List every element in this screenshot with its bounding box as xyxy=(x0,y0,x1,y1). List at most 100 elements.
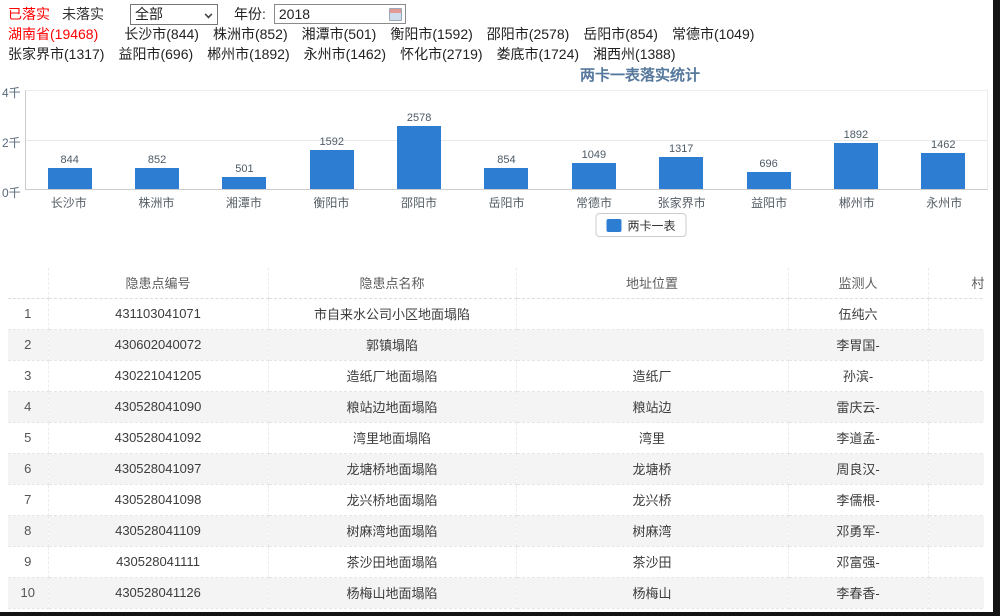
cell-address xyxy=(516,298,788,329)
bar[interactable] xyxy=(222,177,266,189)
bar-group: 1592 xyxy=(288,91,375,189)
tab-not-implemented[interactable]: 未落实 xyxy=(62,4,104,24)
link-city[interactable]: 长沙市(844) xyxy=(124,24,199,44)
cell-code: 430528041092 xyxy=(48,422,268,453)
bar-group: 2578 xyxy=(375,91,462,189)
cell-name: 造纸厂地面塌陷 xyxy=(268,360,516,391)
data-table-container: 隐患点编号隐患点名称地址位置监测人村(组)负责人 1431103041071市自… xyxy=(8,268,984,614)
column-header: 监测人 xyxy=(788,268,928,298)
cell-monitor: 周良汉- xyxy=(788,453,928,484)
bar-value-label: 1462 xyxy=(931,139,955,151)
bar-value-label: 844 xyxy=(61,154,79,166)
table-row: 10430528041126杨梅山地面塌陷杨梅山李春香-李春香- xyxy=(8,577,984,608)
link-province[interactable]: 湖南省(19468) xyxy=(8,24,98,44)
link-city[interactable]: 衡阳市(1592) xyxy=(390,24,472,44)
x-axis-label: 常德市 xyxy=(550,194,638,211)
cell-name: 郭镇塌陷 xyxy=(268,329,516,360)
bar[interactable] xyxy=(48,168,92,189)
filter-select-value: 全部 xyxy=(135,4,163,24)
chart-title: 两卡一表落实统计 xyxy=(580,64,700,85)
bar-group: 1892 xyxy=(812,91,899,189)
bar[interactable] xyxy=(834,143,878,189)
tab-implemented[interactable]: 已落实 xyxy=(8,4,50,24)
chart-legend[interactable]: 两卡一表 xyxy=(595,213,686,237)
calendar-icon[interactable] xyxy=(389,8,402,21)
bar[interactable] xyxy=(659,157,703,189)
link-city[interactable]: 岳阳市(854) xyxy=(583,24,658,44)
year-input[interactable]: 2018 xyxy=(274,4,406,24)
bar-value-label: 2578 xyxy=(407,112,431,124)
cell-address: 龙塘桥 xyxy=(516,453,788,484)
cell-num: 9 xyxy=(8,546,48,577)
cell-name: 粮站边地面塌陷 xyxy=(268,391,516,422)
bar[interactable] xyxy=(572,163,616,189)
column-header xyxy=(8,268,48,298)
cell-address: 龙兴桥 xyxy=(516,484,788,515)
region-links: 湖南省(19468) 长沙市(844) 株洲市(852) 湘潭市(501) 衡阳市(1… xyxy=(8,24,978,64)
bar-value-label: 696 xyxy=(759,158,777,170)
bar-value-label: 1892 xyxy=(844,129,868,141)
cell-address: 粮站边 xyxy=(516,391,788,422)
bar-group: 696 xyxy=(725,91,812,189)
x-axis-label: 张家界市 xyxy=(638,194,726,211)
bar[interactable] xyxy=(397,126,441,189)
cell-village: 刘绍举- xyxy=(928,484,984,515)
y-axis-tick: 0千 xyxy=(2,184,24,201)
bar-group: 854 xyxy=(463,91,550,189)
year-label: 年份: xyxy=(234,4,266,24)
filter-select[interactable]: 全部 xyxy=(130,4,218,25)
bar-group: 852 xyxy=(113,91,200,189)
cell-village: 邓勇军- xyxy=(928,515,984,546)
cell-monitor: 邓富强- xyxy=(788,546,928,577)
cell-code: 430528041111 xyxy=(48,546,268,577)
hazard-table: 隐患点编号隐患点名称地址位置监测人村(组)负责人 1431103041071市自… xyxy=(8,268,984,609)
cell-num: 5 xyxy=(8,422,48,453)
x-axis-label: 邵阳市 xyxy=(375,194,463,211)
x-axis-label: 衡阳市 xyxy=(288,194,376,211)
x-axis-label: 长沙市 xyxy=(25,194,113,211)
bar[interactable] xyxy=(921,153,965,189)
cell-code: 430221041205 xyxy=(48,360,268,391)
x-axis-label: 岳阳市 xyxy=(463,194,551,211)
x-axis-labels: 长沙市株洲市湘潭市衡阳市邵阳市岳阳市常德市张家界市益阳市郴州市永州市 xyxy=(25,194,988,211)
cell-monitor: 李胃国- xyxy=(788,329,928,360)
bar-value-label: 852 xyxy=(148,154,166,166)
year-value: 2018 xyxy=(279,6,310,22)
cell-num: 6 xyxy=(8,453,48,484)
bar-group: 501 xyxy=(201,91,288,189)
link-city[interactable]: 常德市(1049) xyxy=(672,24,754,44)
table-row: 8430528041109树麻湾地面塌陷树麻湾邓勇军-邓勇军- xyxy=(8,515,984,546)
x-axis-label: 郴州市 xyxy=(813,194,901,211)
y-axis-tick: 2千 xyxy=(2,134,24,151)
toolbar: 已落实 未落实 全部 年份: 2018 xyxy=(8,3,406,25)
bar[interactable] xyxy=(135,168,179,189)
table-row: 7430528041098龙兴桥地面塌陷龙兴桥李儒根-刘绍举- xyxy=(8,484,984,515)
cell-name: 市自来水公司小区地面塌陷 xyxy=(268,298,516,329)
link-city[interactable]: 邵阳市(2578) xyxy=(487,24,569,44)
cell-village: 伍纯六- xyxy=(928,298,984,329)
table-row: 4430528041090粮站边地面塌陷粮站边雷庆云-朱志良- xyxy=(8,391,984,422)
cell-address: 造纸厂 xyxy=(516,360,788,391)
bar-group: 1049 xyxy=(550,91,637,189)
table-row: 2430602040072郭镇塌陷李胃国-余长斌- xyxy=(8,329,984,360)
bar[interactable] xyxy=(484,168,528,189)
chart-plot-area: 844 852 5011592 2578 854 1049 1317 696 1892 1462 xyxy=(25,90,988,190)
x-axis-label: 益阳市 xyxy=(725,194,813,211)
bar[interactable] xyxy=(310,150,354,189)
legend-label: 两卡一表 xyxy=(627,217,675,234)
bar-value-label: 854 xyxy=(497,154,515,166)
bar[interactable] xyxy=(747,172,791,189)
y-axis-tick: 4千 xyxy=(2,84,24,101)
table-row: 3430221041205造纸厂地面塌陷造纸厂孙滨-刘旭花- xyxy=(8,360,984,391)
bar-group: 844 xyxy=(26,91,113,189)
cell-name: 树麻湾地面塌陷 xyxy=(268,515,516,546)
cell-village: 余长斌- xyxy=(928,329,984,360)
column-header: 隐患点名称 xyxy=(268,268,516,298)
link-city[interactable]: 株洲市(852) xyxy=(213,24,288,44)
bar-value-label: 1317 xyxy=(669,143,693,155)
cell-name: 湾里地面塌陷 xyxy=(268,422,516,453)
x-axis-label: 湘潭市 xyxy=(200,194,288,211)
table-header-row: 隐患点编号隐患点名称地址位置监测人村(组)负责人 xyxy=(8,268,984,298)
link-city[interactable]: 湘潭市(501) xyxy=(302,24,377,44)
cell-name: 龙塘桥地面塌陷 xyxy=(268,453,516,484)
